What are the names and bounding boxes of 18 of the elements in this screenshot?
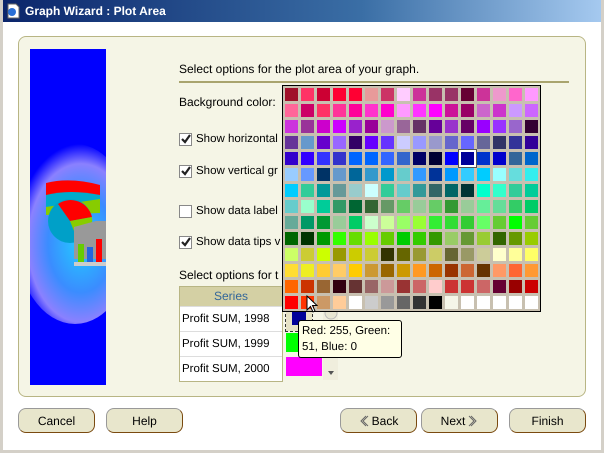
wizard-button[interactable]: Finish (509, 408, 586, 433)
tooltip: Red: 255, Green: 51, Blue: 0 (298, 320, 402, 358)
checkbox-label[interactable]: Show data tips v (196, 236, 280, 248)
window-title: Graph Wizard : Plot Area (25, 4, 166, 18)
wizard-button[interactable]: Next (421, 408, 498, 433)
column-header: Series (180, 287, 282, 306)
section-heading: Select options for the plot area of your graph. (179, 49, 569, 83)
wizard-button[interactable]: Cancel (18, 408, 95, 433)
background-color-label: Background color: (179, 95, 276, 109)
checkbox-label[interactable]: Show horizontal (196, 133, 278, 145)
table-cell-text: Profit SUM, 1998 (181, 313, 270, 325)
wizard-button[interactable]: Help (106, 408, 183, 433)
checkbox-label[interactable]: Show data label (196, 205, 278, 217)
series-options-label: Select options for t (179, 268, 278, 282)
checkbox-label[interactable]: Show vertical gr (196, 165, 278, 177)
wizard-button[interactable]: Back (340, 408, 417, 433)
table-cell-text: Profit SUM, 2000 (181, 363, 270, 375)
table-cell-text: Profit SUM, 1999 (181, 338, 270, 350)
